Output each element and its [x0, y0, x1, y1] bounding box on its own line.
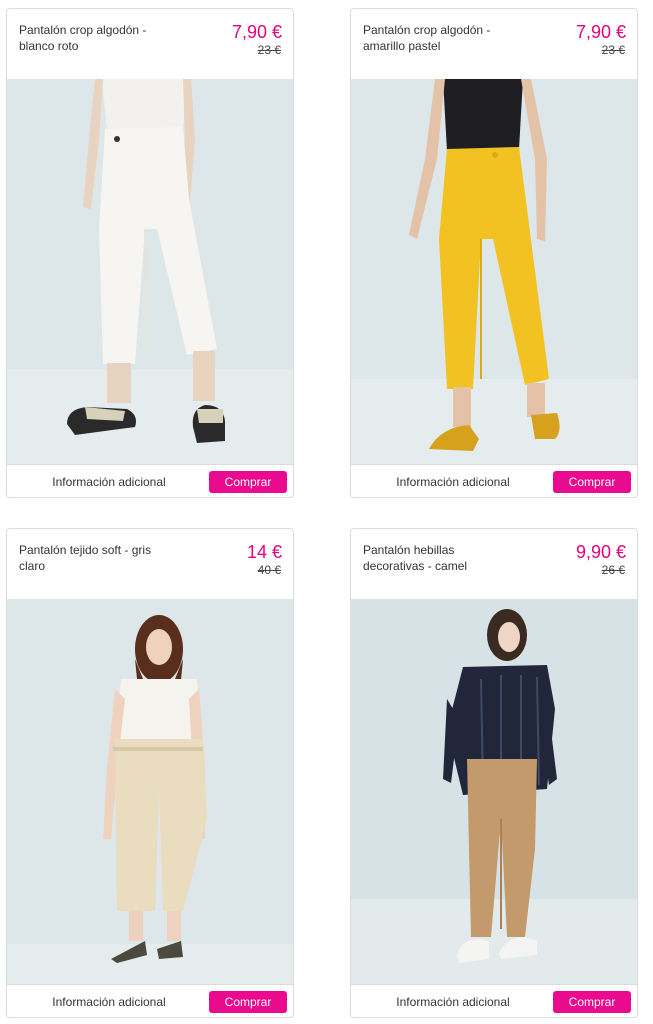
- card-footer: Información adicional Comprar: [7, 984, 293, 1017]
- card-footer: Información adicional Comprar: [7, 464, 293, 497]
- card-header: Pantalón crop algodón - amarillo pastel …: [351, 9, 637, 79]
- product-card: Pantalón tejido soft - gris claro 14 € 4…: [6, 528, 294, 1018]
- current-price: 7,90 €: [231, 22, 282, 42]
- current-price: 14 €: [246, 542, 282, 562]
- product-photo[interactable]: [351, 599, 637, 984]
- current-price: 9,90 €: [575, 542, 626, 562]
- buy-button[interactable]: Comprar: [209, 471, 287, 493]
- more-info-link[interactable]: Información adicional: [363, 475, 543, 489]
- product-card: Pantalón crop algodón - blanco roto 7,90…: [6, 8, 294, 498]
- buy-button[interactable]: Comprar: [209, 991, 287, 1013]
- card-header: Pantalón crop algodón - blanco roto 7,90…: [7, 9, 293, 79]
- product-photo[interactable]: [7, 79, 293, 464]
- original-price: 23 €: [257, 43, 281, 57]
- product-card: Pantalón hebillas decorativas - camel 9,…: [350, 528, 638, 1018]
- original-price: 40 €: [257, 563, 281, 577]
- card-footer: Información adicional Comprar: [351, 464, 637, 497]
- product-title[interactable]: Pantalón tejido soft - gris claro: [19, 542, 169, 574]
- more-info-link[interactable]: Información adicional: [363, 995, 543, 1009]
- buy-button[interactable]: Comprar: [553, 471, 631, 493]
- buy-button[interactable]: Comprar: [553, 991, 631, 1013]
- current-price: 7,90 €: [575, 22, 626, 42]
- original-price: 23 €: [601, 43, 625, 57]
- more-info-link[interactable]: Información adicional: [19, 475, 199, 489]
- card-header: Pantalón tejido soft - gris claro 14 € 4…: [7, 529, 293, 599]
- original-price: 26 €: [601, 563, 625, 577]
- card-header: Pantalón hebillas decorativas - camel 9,…: [351, 529, 637, 599]
- product-title[interactable]: Pantalón crop algodón - amarillo pastel: [363, 22, 513, 54]
- product-card: Pantalón crop algodón - amarillo pastel …: [350, 8, 638, 498]
- product-photo[interactable]: [351, 79, 637, 464]
- card-footer: Información adicional Comprar: [351, 984, 637, 1017]
- product-title[interactable]: Pantalón hebillas decorativas - camel: [363, 542, 513, 574]
- product-photo[interactable]: [7, 599, 293, 984]
- product-title[interactable]: Pantalón crop algodón - blanco roto: [19, 22, 169, 54]
- more-info-link[interactable]: Información adicional: [19, 995, 199, 1009]
